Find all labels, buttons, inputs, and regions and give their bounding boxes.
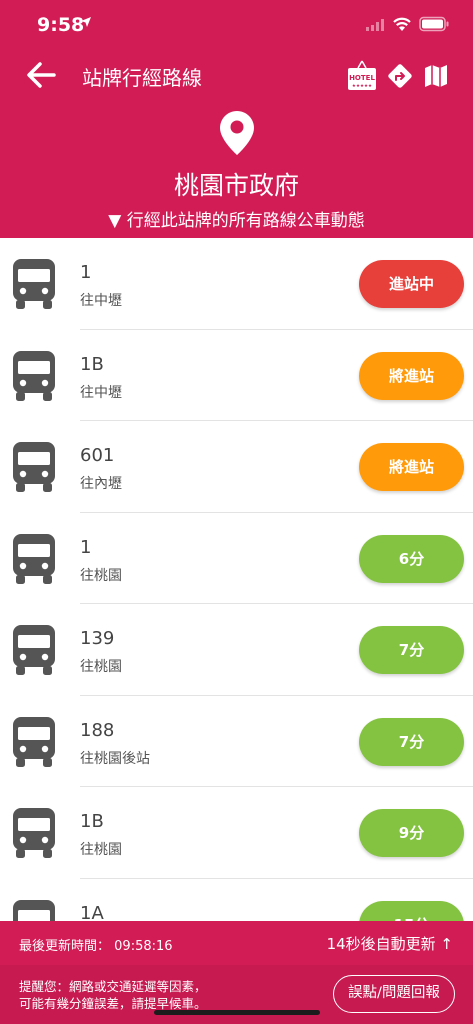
bus-icon (12, 624, 56, 680)
bus-icon (12, 807, 56, 863)
home-indicator (154, 1010, 320, 1015)
page-title: 站牌行經路線 (82, 66, 202, 90)
svg-text:★★★★★: ★★★★★ (352, 83, 372, 89)
route-number: 1 (80, 262, 92, 283)
route-number: 188 (80, 719, 115, 741)
route-row[interactable]: 139 往桃園 7分 (0, 604, 473, 696)
notice-text: 提醒您：網路或交通延遲等因素， 可能有幾分鐘誤差，請提早候車。 (19, 978, 207, 1012)
directions-icon[interactable] (387, 63, 413, 89)
eta-badge[interactable]: 7分 (359, 626, 464, 674)
map-icon[interactable] (423, 63, 449, 89)
wifi-icon (393, 17, 411, 31)
hotel-icon[interactable]: HOTEL ★★★★★ (346, 60, 378, 92)
route-destination: 往桃園 (80, 659, 122, 675)
route-list[interactable]: 1 往中壢 進站中 1B 往中壢 將進站 601 往內壢 將進站 1 往桃園 6分 139 往桃園 7分 18… (0, 238, 473, 921)
route-row[interactable]: 1B 往桃園 9分 (0, 787, 473, 879)
battery-icon (419, 16, 449, 32)
location-arrow-icon (81, 17, 91, 27)
bus-icon (12, 716, 56, 772)
back-arrow-icon[interactable] (24, 58, 60, 92)
last-update-time: 09:58:16 (114, 939, 173, 954)
bus-icon (12, 258, 56, 314)
route-row[interactable]: 1 往中壢 進站中 (0, 238, 473, 330)
route-destination: 往桃園後站 (80, 750, 150, 767)
eta-badge[interactable]: 15分 (359, 900, 464, 921)
route-destination: 往桃園 (80, 567, 122, 584)
stop-subtitle: ▼ 行經此站牌的所有路線公車動態 (108, 211, 365, 231)
last-update: 最後更新時間： 09:58:16 (19, 935, 173, 954)
eta-badge[interactable]: 將進站 (359, 351, 464, 400)
update-bar: 最後更新時間： 09:58:16 14秒後自動更新 ↑ (0, 921, 473, 965)
eta-badge[interactable]: 7分 (359, 717, 464, 766)
eta-badge[interactable]: 進站中 (359, 260, 464, 308)
eta-badge[interactable]: 6分 (359, 534, 464, 583)
svg-text:HOTEL: HOTEL (349, 74, 375, 82)
route-row[interactable]: 188 往桃園後站 7分 (0, 696, 473, 788)
eta-badge[interactable]: 9分 (359, 809, 464, 857)
stop-name: 桃園市政府 (173, 171, 299, 200)
bus-icon (12, 899, 56, 921)
status-time: 9:58 (37, 14, 85, 36)
header: 9:58 站牌行經路線 HOTEL ★★★★★ 桃園市政府 ▼ 行經此站牌的所有… (0, 0, 473, 238)
route-row[interactable]: 601 往內壢 將進站 (0, 421, 473, 513)
location-pin-icon (220, 111, 254, 155)
route-number: 1A (80, 902, 104, 922)
notice-bar: 提醒您：網路或交通延遲等因素， 可能有幾分鐘誤差，請提早候車。 誤點/問題回報 (0, 965, 473, 1024)
route-destination: 往桃園 (80, 842, 122, 858)
notice-line-1: 提醒您：網路或交通延遲等因素， (19, 979, 207, 994)
report-issue-button[interactable]: 誤點/問題回報 (333, 975, 455, 1013)
eta-badge[interactable]: 將進站 (359, 443, 464, 491)
route-row[interactable]: 1B 往中壢 將進站 (0, 330, 473, 422)
cellular-signal-icon (366, 19, 384, 31)
auto-update-button[interactable]: 14秒後自動更新 ↑ (327, 933, 453, 954)
route-destination: 往內壢 (80, 476, 122, 492)
route-number: 139 (80, 628, 115, 649)
route-destination: 往中壢 (80, 384, 122, 401)
route-number: 601 (80, 445, 115, 466)
route-row[interactable]: 1A 15分 (0, 879, 473, 922)
bus-icon (12, 533, 56, 589)
route-number: 1 (80, 536, 92, 558)
status-bar: 9:58 (0, 0, 473, 50)
route-number: 1B (80, 811, 104, 832)
bus-icon (12, 350, 56, 406)
last-update-label: 最後更新時間： (19, 939, 111, 954)
route-number: 1B (80, 353, 104, 375)
route-destination: 往中壢 (80, 293, 122, 309)
bus-icon (12, 441, 56, 497)
route-row[interactable]: 1 往桃園 6分 (0, 513, 473, 605)
